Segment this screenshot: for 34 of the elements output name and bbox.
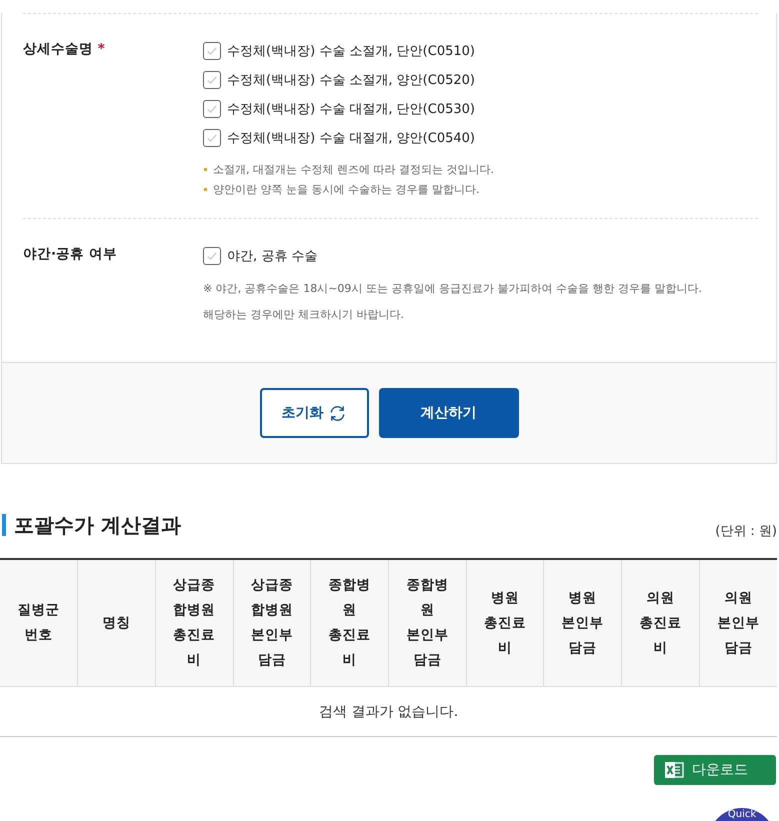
checkbox-option[interactable]: 수정체(백내장) 수술 대절개, 단안(C0530) <box>203 94 758 123</box>
note-text: 양안이란 양쪽 눈을 동시에 수술하는 경우를 말합니다. <box>203 180 758 200</box>
reset-button[interactable]: 초기화 <box>260 388 368 438</box>
empty-message: 검색 결과가 없습니다. <box>0 686 777 736</box>
column-header: 종합병원 본인부담금 <box>388 559 466 686</box>
field-label: 야간·공휴 여부 <box>23 245 118 264</box>
checkbox[interactable] <box>203 42 221 60</box>
column-header: 의원 본인부담금 <box>699 559 777 686</box>
column-header: 상급종합병원 총진료비 <box>155 559 234 686</box>
column-header: 질병군 번호 <box>0 559 78 686</box>
checkbox[interactable] <box>203 246 221 264</box>
checkbox-option[interactable]: 수정체(백내장) 수술 대절개, 양안(C0540) <box>203 123 758 152</box>
checkbox-option[interactable]: 수정체(백내장) 수술 소절개, 양안(C0520) <box>203 65 758 94</box>
checkbox[interactable] <box>203 128 221 146</box>
section-title: 포괄수가 계산결과 <box>2 514 181 536</box>
column-header: 의원 총진료비 <box>622 559 700 686</box>
column-header: 종합병원 총진료비 <box>310 559 388 686</box>
refresh-icon <box>328 404 346 422</box>
checkbox-option[interactable]: 수정체(백내장) 수술 소절개, 단안(C0510) <box>203 36 758 65</box>
column-header: 명칭 <box>78 559 156 686</box>
note-text: ※ 야간, 공휴수술은 18시~09시 또는 공휴일에 응급진료가 불가피하여 수술을 행한 경우를 말합니다. <box>203 281 703 297</box>
note-text: 소절개, 대절개는 수정체 렌즈에 따라 결정되는 것입니다. <box>203 160 758 180</box>
field-label: 상세수술명 * <box>23 40 106 59</box>
checkbox-option[interactable]: 야간, 공휴 수술 <box>203 241 758 270</box>
checkbox[interactable] <box>203 70 221 88</box>
unit-label: (단위 : 원) <box>715 523 777 540</box>
column-header: 상급종합병원 본인부담금 <box>233 559 311 686</box>
note-text: 해당하는 경우에만 체크하시기 바랍니다. <box>203 307 405 323</box>
download-button[interactable]: 다운로드 <box>654 755 776 785</box>
calculate-button[interactable]: 계산하기 <box>378 388 518 438</box>
column-header: 병원 총진료비 <box>466 559 544 686</box>
column-header: 병원 본인부담금 <box>544 559 622 686</box>
spreadsheet-icon <box>664 761 684 779</box>
checkbox[interactable] <box>203 100 221 118</box>
